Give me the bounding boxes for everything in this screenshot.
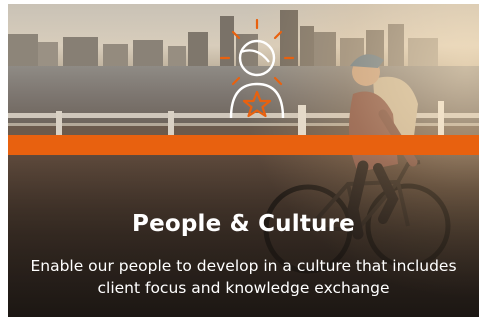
card-description: Enable our people to develop in a cultur…	[30, 257, 457, 297]
card-title: People & Culture	[132, 211, 355, 237]
people-culture-card[interactable]: People & Culture Enable our people to de…	[8, 4, 479, 317]
accent-band	[8, 135, 479, 155]
person-with-star-icon	[219, 18, 295, 119]
